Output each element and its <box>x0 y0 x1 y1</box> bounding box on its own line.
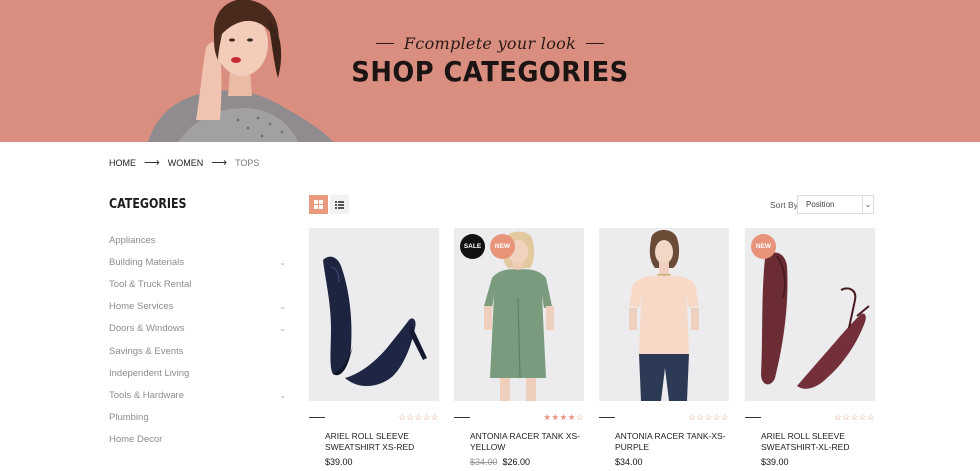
category-label: Home Decor <box>109 434 163 446</box>
new-badge: NEW <box>490 234 515 259</box>
peach-top-model-image <box>599 228 729 401</box>
hero-banner: Fcomplete your look SHOP CATEGORIES <box>0 0 980 142</box>
category-item-doors-windows[interactable]: Doors & Windows ⌄ <box>109 318 289 340</box>
product-image[interactable]: NEW <box>745 228 875 401</box>
category-item-building-materials[interactable]: Building Materials ⌄ <box>109 251 289 273</box>
product-card: SALE NEW ★★★★☆ ANTONIA RACER TANK XS-YEL… <box>454 228 584 467</box>
category-item-tools-hardware[interactable]: Tools & Hardware ⌄ <box>109 384 289 406</box>
product-price: $39.00 <box>325 457 353 467</box>
divider-line <box>586 43 605 44</box>
banner-tagline-row: Fcomplete your look <box>0 34 980 53</box>
breadcrumb-home[interactable]: HOME <box>109 158 136 168</box>
product-price-row: $39.00 <box>745 457 875 467</box>
product-name[interactable]: ANTONIA RACER TANK-XS-PURPLE <box>599 431 729 453</box>
divider-line <box>309 416 325 418</box>
product-price: $34.00 <box>615 457 643 467</box>
category-item-home-services[interactable]: Home Services ⌄ <box>109 296 289 318</box>
rating-stars-icon: ★★★★☆ <box>543 411 584 422</box>
category-label: Tool & Truck Rental <box>109 278 192 290</box>
product-name[interactable]: ARIEL ROLL SLEEVE SWEATSHIRT-XL-RED <box>745 431 875 453</box>
category-label: Doors & Windows <box>109 323 185 335</box>
chevron-down-icon[interactable]: ⌄ <box>279 302 286 311</box>
product-meta-row: ☆☆☆☆☆ <box>309 411 439 422</box>
product-name[interactable]: ANTONIA RACER TANK XS-YELLOW <box>454 431 584 453</box>
list-view-button[interactable] <box>330 195 349 214</box>
grid-icon <box>314 200 323 209</box>
product-name[interactable]: ARIEL ROLL SLEEVE SWEATSHIRT XS-RED <box>309 431 439 453</box>
page-title: SHOP CATEGORIES <box>351 55 629 88</box>
rating-stars-icon: ☆☆☆☆☆ <box>398 411 439 422</box>
category-item-savings-events[interactable]: Savings & Events <box>109 340 289 362</box>
new-badge: NEW <box>751 234 776 259</box>
grid-view-button[interactable] <box>309 195 328 214</box>
category-item-home-decor[interactable]: Home Decor <box>109 429 289 451</box>
category-label: Independent Living <box>109 367 190 379</box>
divider-line <box>375 43 394 44</box>
product-price-row: $34.00 <box>599 457 729 467</box>
category-item-appliances[interactable]: Appliances <box>109 229 289 251</box>
navy-heels-image <box>309 228 439 401</box>
product-meta-row: ☆☆☆☆☆ <box>745 411 875 422</box>
product-meta-row: ☆☆☆☆☆ <box>599 411 729 422</box>
divider-line <box>745 416 761 418</box>
product-card: ☆☆☆☆☆ ARIEL ROLL SLEEVE SWEATSHIRT XS-RE… <box>309 228 439 467</box>
product-price: $39.00 <box>761 457 789 467</box>
product-meta-row: ★★★★☆ <box>454 411 584 422</box>
product-price-row: $39.00 <box>309 457 439 467</box>
breadcrumb-current: TOPS <box>235 157 260 168</box>
rating-stars-icon: ☆☆☆☆☆ <box>834 411 875 422</box>
product-card: NEW ☆☆☆☆☆ ARIEL ROLL SLEEVE SWEATSHIRT-X… <box>745 228 875 467</box>
product-image[interactable] <box>599 228 729 401</box>
chevron-down-icon[interactable]: ⌄ <box>279 391 286 400</box>
product-price: $26.00 <box>502 457 531 467</box>
category-item-tool-truck-rental[interactable]: Tool & Truck Rental <box>109 273 289 295</box>
sale-badge: SALE <box>460 234 485 259</box>
category-label: Home Services <box>109 301 174 313</box>
chevron-down-icon[interactable]: ⌄ <box>279 258 286 267</box>
sort-select[interactable]: Position ⌄ <box>797 195 874 214</box>
rating-stars-icon: ☆☆☆☆☆ <box>688 411 729 422</box>
category-item-independent-living[interactable]: Independent Living <box>109 362 289 384</box>
product-old-price: $34.00 <box>470 457 498 467</box>
divider-line <box>599 416 615 418</box>
product-price-row: $34.00 $26.00 <box>454 457 584 467</box>
list-icon <box>335 200 344 209</box>
chevron-down-icon: ⌄ <box>862 196 873 213</box>
divider-line <box>454 416 470 418</box>
sort-label: Sort By <box>770 200 798 210</box>
category-list: Appliances Building Materials ⌄ Tool & Tr… <box>109 229 289 451</box>
categories-heading: CATEGORIES <box>109 197 187 212</box>
product-image[interactable] <box>309 228 439 401</box>
banner-tagline: Fcomplete your look <box>403 34 577 53</box>
arrow-right-icon: ⟶ <box>144 157 160 169</box>
chevron-down-icon[interactable]: ⌄ <box>279 324 286 333</box>
breadcrumb-women[interactable]: WOMEN <box>168 158 204 168</box>
product-image[interactable]: SALE NEW <box>454 228 584 401</box>
sort-value: Position <box>806 200 835 209</box>
category-item-plumbing[interactable]: Plumbing <box>109 407 289 429</box>
category-label: Appliances <box>109 234 156 246</box>
product-card: ☆☆☆☆☆ ANTONIA RACER TANK-XS-PURPLE $34.0… <box>599 228 729 467</box>
category-label: Plumbing <box>109 412 149 424</box>
category-label: Savings & Events <box>109 345 184 357</box>
category-label: Tools & Hardware <box>109 389 184 401</box>
breadcrumb: HOME ⟶ WOMEN ⟶ TOPS <box>109 156 259 169</box>
arrow-right-icon: ⟶ <box>211 157 228 169</box>
category-label: Building Materials <box>109 256 184 268</box>
